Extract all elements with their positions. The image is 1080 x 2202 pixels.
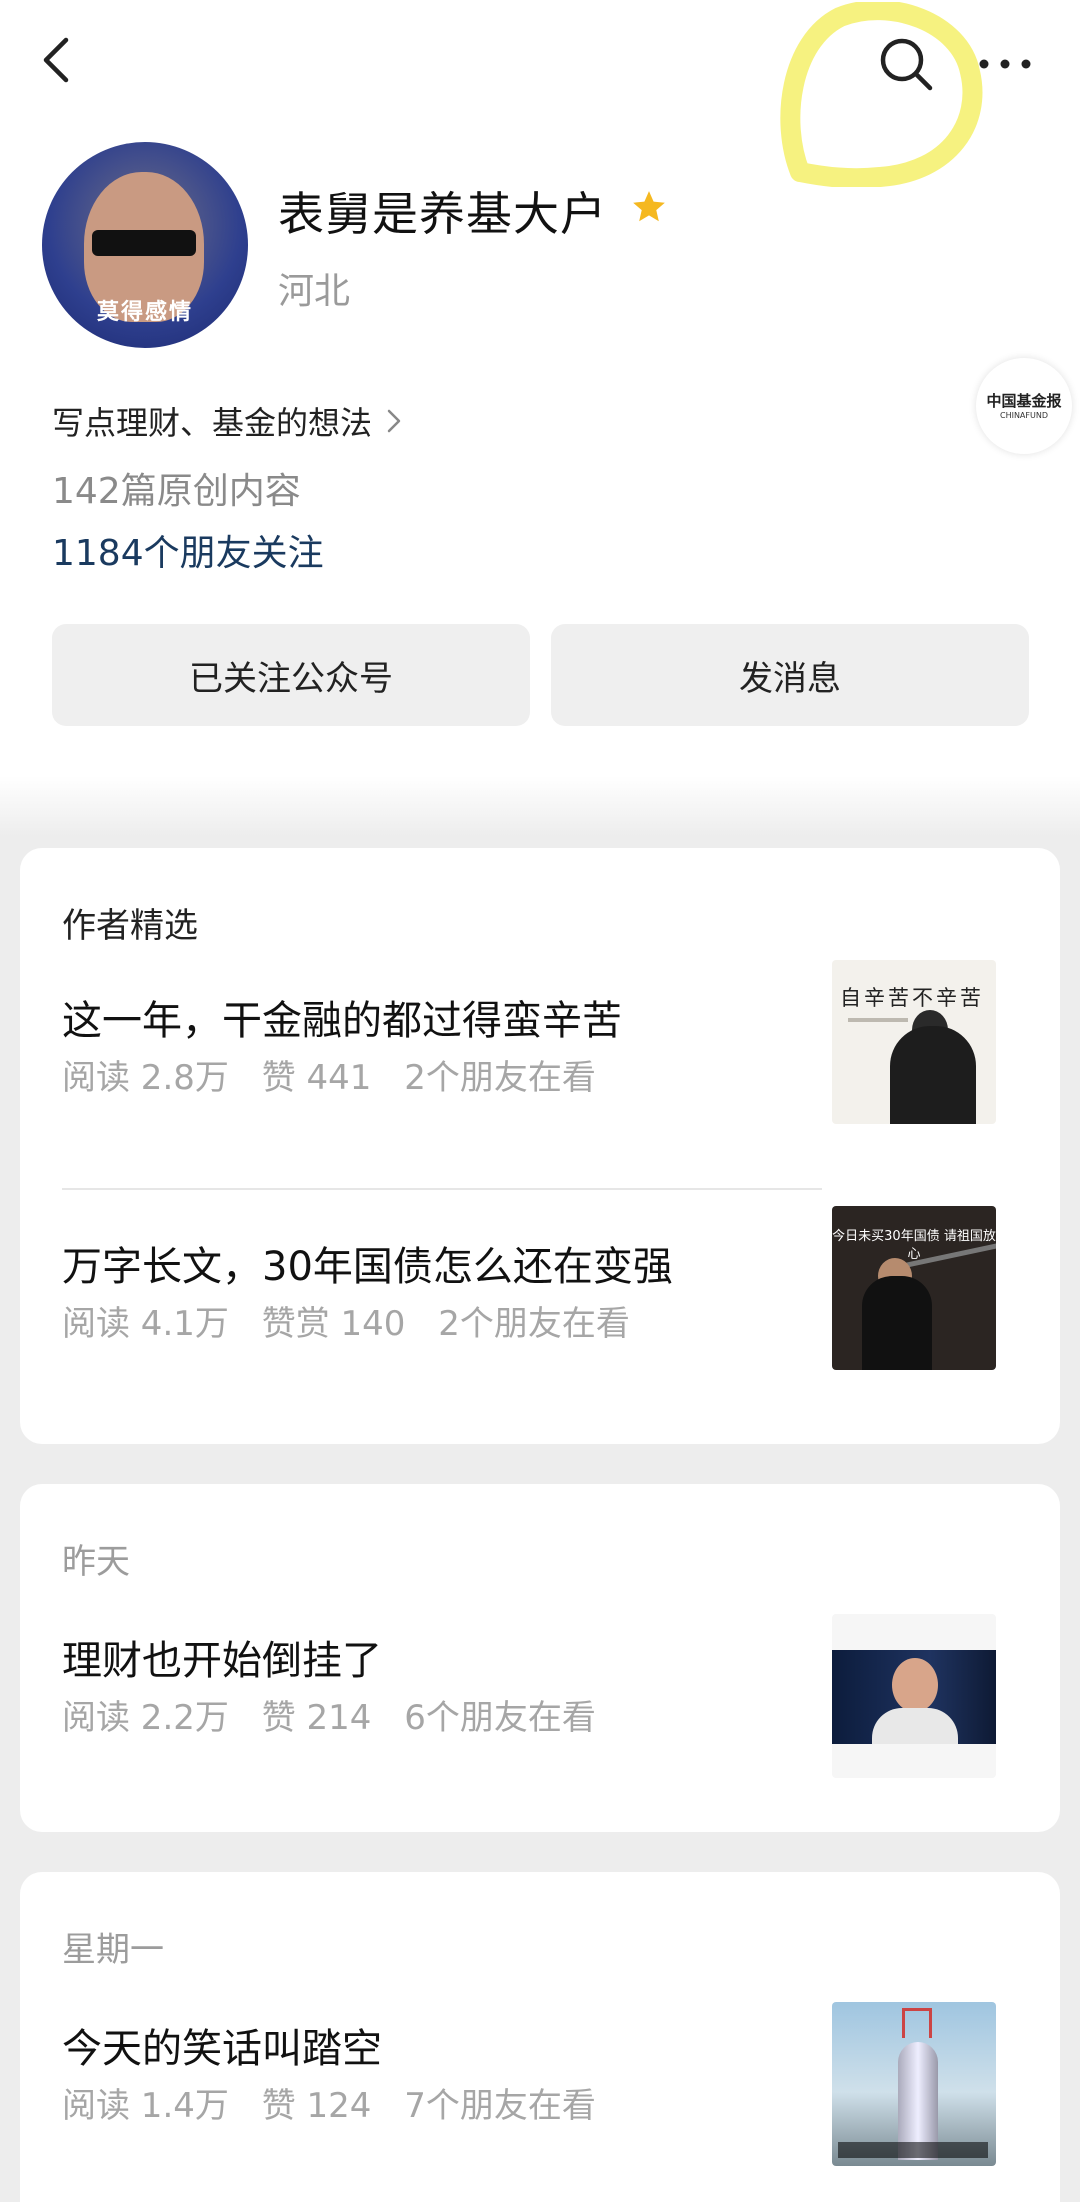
top-bar: [0, 0, 1080, 187]
friends-following-count[interactable]: 1184个朋友关注: [52, 524, 324, 576]
article-title: 这一年，干金融的都过得蛮辛苦: [62, 998, 622, 1044]
avatar-caption: 莫得感情: [96, 300, 193, 325]
thumbnail-caption: 自辛苦不辛苦: [840, 986, 984, 1010]
article-stats: 阅读 2.2万 赞 214 6个朋友在看: [62, 1690, 618, 1739]
thumbnail-person: [872, 1708, 958, 1744]
article-reads: 阅读 1.4万: [62, 2086, 229, 2126]
more-dots-icon[interactable]: [970, 40, 1040, 90]
thumbnail-person: [862, 1276, 932, 1370]
thumbnail-person: [890, 1026, 976, 1124]
account-location: 河北: [278, 271, 351, 312]
search-icon[interactable]: [872, 30, 940, 98]
article-likes: 赞 441: [261, 1058, 372, 1098]
account-intro[interactable]: 写点理财、基金的想法: [52, 398, 402, 444]
article-thumbnail[interactable]: 今日未买30年国债 请祖国放心: [832, 1206, 996, 1370]
account-intro-text: 写点理财、基金的想法: [52, 404, 373, 442]
article-thumbnail[interactable]: [832, 2002, 996, 2166]
article-tips: 赞赏 140: [261, 1304, 406, 1344]
article-friends-viewing: 7个朋友在看: [404, 2086, 596, 2126]
article-likes: 赞 124: [261, 2086, 372, 2126]
article-stats: 阅读 1.4万 赞 124 7个朋友在看: [62, 2078, 618, 2127]
yesterday-card: 昨天 理财也开始倒挂了 阅读 2.2万 赞 214 6个朋友在看: [20, 1484, 1060, 1832]
brand-badge[interactable]: 中国基金报 CHINAFUND: [976, 358, 1072, 454]
avatar-glasses: [92, 230, 196, 256]
article-title: 万字长文，30年国债怎么还在变强: [62, 1244, 673, 1290]
article-reads: 阅读 2.8万: [62, 1058, 229, 1098]
thumbnail-person-head: [892, 1658, 938, 1712]
original-articles-count: 142篇原创内容: [52, 471, 301, 512]
thumbnail-subline: [848, 1018, 908, 1022]
date-section-title: 昨天: [62, 1542, 130, 1582]
thumbnail-caption-bar: [838, 2142, 988, 2158]
thumbnail-crane: [902, 2008, 932, 2038]
article-likes: 赞 214: [261, 1698, 372, 1738]
article-friends-viewing: 6个朋友在看: [404, 1698, 596, 1738]
brand-badge-name: 中国基金报: [986, 392, 1062, 410]
article-reads: 阅读 2.2万: [62, 1698, 229, 1738]
article-reads: 阅读 4.1万: [62, 1304, 229, 1344]
followed-account-button[interactable]: 已关注公众号: [52, 624, 530, 726]
article-title: 今天的笑话叫踏空: [62, 2026, 382, 2072]
article-friends-viewing: 2个朋友在看: [438, 1304, 630, 1344]
star-icon[interactable]: [630, 188, 668, 226]
thumbnail-caption: 今日未买30年国债 请祖国放心: [832, 1229, 996, 1262]
featured-section-title: 作者精选: [62, 906, 198, 946]
account-name: 表舅是养基大户: [278, 187, 607, 241]
article-feed: 作者精选 这一年，干金融的都过得蛮辛苦 阅读 2.8万 赞 441 2个朋友在看…: [0, 776, 1080, 2202]
article-divider: [62, 1188, 822, 1190]
article-title: 理财也开始倒挂了: [62, 1638, 382, 1684]
chevron-right-icon: [387, 409, 401, 433]
article-thumbnail[interactable]: 自辛苦不辛苦: [832, 960, 996, 1124]
featured-card: 作者精选 这一年，干金融的都过得蛮辛苦 阅读 2.8万 赞 441 2个朋友在看…: [20, 848, 1060, 1444]
back-icon[interactable]: [28, 30, 88, 90]
article-thumbnail[interactable]: [832, 1614, 996, 1778]
avatar[interactable]: 莫得感情: [42, 142, 248, 348]
send-message-button[interactable]: 发消息: [551, 624, 1029, 726]
article-stats: 阅读 4.1万 赞赏 140 2个朋友在看: [62, 1296, 652, 1345]
brand-badge-subname: CHINAFUND: [999, 411, 1049, 420]
article-stats: 阅读 2.8万 赞 441 2个朋友在看: [62, 1050, 618, 1099]
account-profile-page: 莫得感情 表舅是养基大户 河北 中国基金报 CHINAFUND 写点理财、基金的…: [0, 0, 1080, 2202]
article-friends-viewing: 2个朋友在看: [404, 1058, 596, 1098]
monday-card: 星期一 今天的笑话叫踏空 阅读 1.4万 赞 124 7个朋友在看: [20, 1872, 1060, 2202]
date-section-title: 星期一: [62, 1930, 164, 1970]
